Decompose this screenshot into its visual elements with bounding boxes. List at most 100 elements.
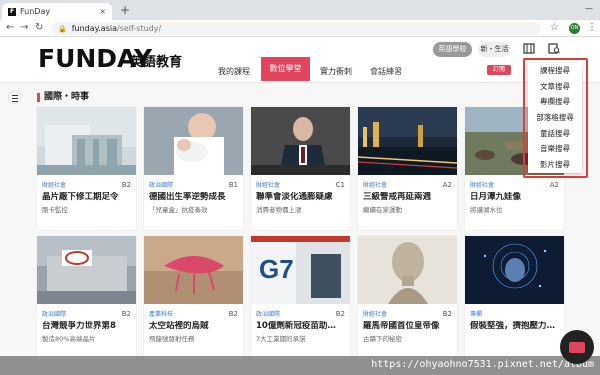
article-level: B2 bbox=[335, 310, 345, 318]
url-path: /self-study/ bbox=[117, 24, 162, 33]
article-thumbnail bbox=[358, 107, 457, 175]
tab-title: FunDay bbox=[20, 7, 51, 16]
article-level: B2 bbox=[121, 181, 131, 189]
book-icon[interactable] bbox=[523, 43, 535, 54]
dropdown-item-column-search[interactable]: 專欄搜尋 bbox=[528, 94, 582, 110]
article-subtitle: 消費者物價上漲 bbox=[256, 206, 302, 214]
nav-digital-school[interactable]: 數位學堂 bbox=[261, 57, 310, 81]
article-title: 三級警戒再延兩週 bbox=[363, 192, 432, 202]
article-level: B1 bbox=[228, 181, 238, 189]
url-host: funday.asia bbox=[71, 24, 117, 33]
dropdown-item-course-search[interactable]: 課程搜尋 bbox=[528, 63, 582, 79]
tab-close-icon[interactable]: × bbox=[99, 7, 106, 16]
watermark-bar: https://ohyaohno7531.pixnet.net/album bbox=[0, 356, 600, 375]
search-dropdown-menu: 課程搜尋 文章搜尋 專欄搜尋 部落格搜尋 童話搜尋 音樂搜尋 影片搜尋 bbox=[528, 63, 582, 173]
article-thumbnail bbox=[144, 107, 243, 175]
article-card[interactable]: 產業科技 B2 太空站裡的烏賊 飛龍號發射任務 bbox=[144, 236, 243, 359]
article-card[interactable]: 政治國際 B2 台灣競爭力世界第8 製造80%高端晶片 bbox=[37, 236, 136, 359]
nav-my-courses[interactable]: 我的課程 bbox=[218, 67, 250, 77]
minimize-button[interactable]: — bbox=[585, 4, 593, 13]
watermark-text: https://ohyaohno7531.pixnet.net/album bbox=[371, 359, 594, 370]
article-title: 假裝堅強，擠抱壓力… bbox=[470, 321, 556, 331]
article-title: 晶片廠下修工期足令 bbox=[42, 192, 119, 202]
dropdown-item-video-search[interactable]: 影片搜尋 bbox=[528, 157, 582, 173]
site-logo-subtitle: 英語教育 bbox=[130, 55, 183, 70]
article-subtitle: 飛龍號發射任務 bbox=[149, 335, 195, 343]
article-category: 財經社會 bbox=[470, 182, 495, 189]
search-menu-icon[interactable] bbox=[548, 43, 560, 54]
tab-strip: F FunDay × + — bbox=[0, 0, 600, 20]
lock-icon: 🔒 bbox=[58, 24, 67, 33]
new-life-pill[interactable]: 新・生活 bbox=[478, 42, 511, 57]
nav-skill-sprint[interactable]: 實力衝刺 bbox=[320, 67, 352, 77]
article-card[interactable]: 政治國際 B1 德國出生率逆勢成長 「兒童盒」抗疫奏效 bbox=[144, 107, 243, 230]
reload-icon[interactable]: ↻ bbox=[35, 22, 43, 34]
new-tab-button[interactable]: + bbox=[120, 3, 130, 17]
article-category: 財經社會 bbox=[42, 182, 67, 189]
article-level: B2 bbox=[121, 310, 131, 318]
article-category: 財經社會 bbox=[256, 182, 281, 189]
article-thumbnail bbox=[37, 107, 136, 175]
subscribe-button[interactable]: 訂閱 bbox=[487, 65, 511, 75]
article-title: 台灣競爭力世界第8 bbox=[42, 321, 116, 331]
article-card[interactable]: 財經社會 A2 三級警戒再延兩週 繼續在家運動 bbox=[358, 107, 457, 230]
article-thumbnail: G7 bbox=[251, 236, 350, 304]
article-subtitle: 繼續在家運動 bbox=[363, 206, 402, 214]
funday-favicon-icon: F bbox=[8, 7, 16, 16]
dropdown-item-fairytale-search[interactable]: 童話搜尋 bbox=[528, 126, 582, 142]
hamburger-menu-icon[interactable] bbox=[8, 91, 21, 104]
address-bar[interactable]: 🔒 funday.asia/self-study/ bbox=[52, 22, 540, 35]
article-category: 產業科技 bbox=[149, 311, 174, 318]
article-category: 政治國際 bbox=[42, 311, 67, 318]
article-card[interactable]: 財經社會 B2 晶片廠下修工期足令 剛卡監控 bbox=[37, 107, 136, 230]
article-card[interactable]: 財經社會 C1 聯準會淡化通膨疑慮 消費者物價上漲 bbox=[251, 107, 350, 230]
article-card[interactable]: G7 政治國際 B2 10億劑新冠疫苗助… 7大工業國的承諾 bbox=[251, 236, 350, 359]
article-subtitle: 7大工業國的承諾 bbox=[256, 335, 306, 343]
article-level: A2 bbox=[442, 181, 452, 189]
article-category: 財經社會 bbox=[363, 182, 388, 189]
english-school-pill[interactable]: 英語學校 bbox=[433, 42, 472, 57]
site-header: FUNDAY 英語教育 我的課程 數位學堂 實力衝刺 會話練習 英語學校 新・生… bbox=[0, 37, 600, 83]
article-category: 政治國際 bbox=[256, 311, 281, 318]
article-thumbnail bbox=[358, 236, 457, 304]
article-category: 專欄 bbox=[470, 311, 483, 318]
browser-menu-icon[interactable]: ⋮ bbox=[587, 22, 597, 34]
article-thumbnail bbox=[144, 236, 243, 304]
back-arrow-icon[interactable]: ← bbox=[6, 22, 14, 34]
article-thumbnail bbox=[37, 236, 136, 304]
article-level: B2 bbox=[442, 310, 452, 318]
browser-window: F FunDay × + — ← → ↻ 🔒 funday.asia/self-… bbox=[0, 0, 600, 375]
article-level: C1 bbox=[335, 181, 345, 189]
browser-tab[interactable]: F FunDay × bbox=[2, 3, 112, 20]
bookmark-star-icon[interactable]: ☆ bbox=[550, 22, 559, 34]
article-title: 10億劑新冠疫苗助… bbox=[256, 321, 336, 331]
chat-icon[interactable] bbox=[560, 330, 594, 364]
forward-arrow-icon[interactable]: → bbox=[20, 22, 28, 34]
svg-text:G7: G7 bbox=[259, 254, 294, 284]
browser-toolbar: ← → ↻ 🔒 funday.asia/self-study/ ☆ ON ⋮ bbox=[0, 20, 600, 37]
section-marker bbox=[37, 93, 40, 102]
dropdown-item-blog-search[interactable]: 部落格搜尋 bbox=[528, 110, 582, 126]
article-subtitle: 「兒童盒」抗疫奏效 bbox=[149, 206, 208, 214]
dropdown-item-article-search[interactable]: 文章搜尋 bbox=[528, 79, 582, 95]
article-level: B2 bbox=[228, 310, 238, 318]
article-subtitle: 將讓湖水位 bbox=[470, 206, 503, 214]
article-card[interactable]: 財經社會 B2 羅馬帝國首位皇帝像 古蹟下的秘密 bbox=[358, 236, 457, 359]
article-title: 羅馬帝國首位皇帝像 bbox=[363, 321, 440, 331]
article-category: 政治國際 bbox=[149, 182, 174, 189]
article-thumbnail bbox=[465, 236, 564, 304]
article-subtitle: 古蹟下的秘密 bbox=[363, 335, 402, 343]
dropdown-item-music-search[interactable]: 音樂搜尋 bbox=[528, 141, 582, 157]
article-title: 太空站裡的烏賊 bbox=[149, 321, 209, 331]
article-thumbnail bbox=[251, 107, 350, 175]
article-category: 財經社會 bbox=[363, 311, 388, 318]
article-title: 聯準會淡化通膨疑慮 bbox=[256, 192, 333, 202]
article-card[interactable]: 專欄 假裝堅強，擠抱壓力… bbox=[465, 236, 564, 359]
nav-conversation[interactable]: 會話練習 bbox=[370, 67, 402, 77]
section-title: 國際・時事 bbox=[44, 92, 90, 102]
article-title: 日月潭九娃像 bbox=[470, 192, 522, 202]
article-level: A2 bbox=[549, 181, 559, 189]
extension-icon[interactable]: ON bbox=[569, 23, 580, 34]
article-subtitle: 製造80%高端晶片 bbox=[42, 335, 96, 343]
article-title: 德國出生率逆勢成長 bbox=[149, 192, 226, 202]
